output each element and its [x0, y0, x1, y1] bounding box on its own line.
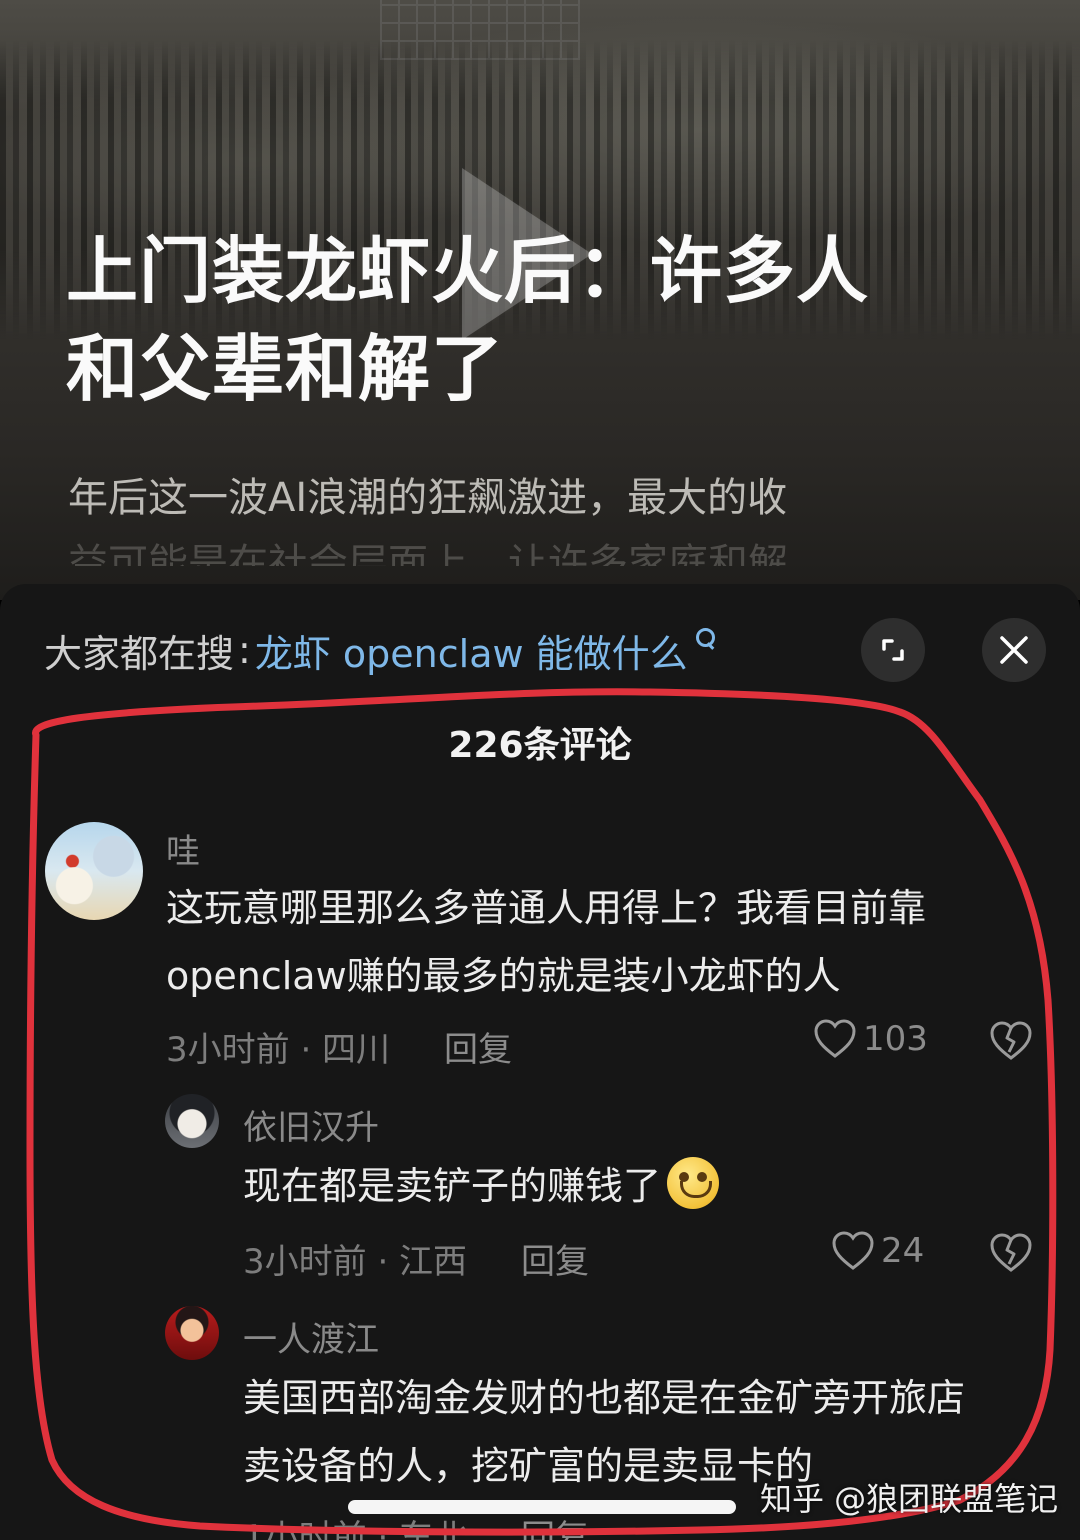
- expand-icon: [882, 639, 904, 661]
- trending-search-bar[interactable]: 大家都在搜 : 龙虾 openclaw 能做什么: [44, 620, 720, 680]
- close-icon: [1000, 636, 1028, 664]
- trending-search-link[interactable]: 龙虾 openclaw 能做什么: [255, 623, 688, 678]
- heart-icon: [814, 1019, 856, 1058]
- comment-count-title: 226条评论: [448, 725, 632, 766]
- avatar[interactable]: [45, 822, 143, 920]
- like-count: 103: [863, 1019, 928, 1059]
- article-summary-cut: 益可能是在社会层面上，让许多家庭和解: [68, 541, 788, 566]
- avatar[interactable]: [165, 1094, 219, 1148]
- broken-heart-icon[interactable]: [989, 1020, 1033, 1062]
- trending-search-colon: :: [238, 628, 251, 672]
- heart-icon: [832, 1231, 874, 1270]
- like-button[interactable]: 103: [813, 1018, 928, 1060]
- expand-button[interactable]: [861, 618, 925, 682]
- reply-button[interactable]: 回复: [444, 1022, 512, 1071]
- like-button[interactable]: 24: [831, 1230, 924, 1272]
- reply-button[interactable]: 回复: [521, 1234, 589, 1283]
- trending-search-label: 大家都在搜: [44, 631, 235, 676]
- home-indicator[interactable]: [348, 1500, 736, 1514]
- comment-username[interactable]: 哇: [166, 824, 200, 873]
- smile-emoji-icon: [667, 1157, 720, 1209]
- article-summary: 年后这一波AI浪潮的狂飙激进，最大的收: [68, 475, 788, 521]
- comment-username[interactable]: 依旧汉升: [243, 1100, 379, 1149]
- search-icon[interactable]: [694, 626, 720, 652]
- comment-username[interactable]: 一人渡江: [243, 1312, 379, 1361]
- comment-meta: 3小时前 · 四川: [166, 1030, 391, 1070]
- like-count: 24: [881, 1231, 925, 1271]
- close-button[interactable]: [982, 618, 1046, 682]
- watermark: 知乎 @狼团联盟笔记: [760, 1480, 1059, 1518]
- article-title: 上门装龙虾火后：许多人 和父辈和解了: [66, 229, 870, 411]
- broken-heart-icon[interactable]: [989, 1232, 1033, 1274]
- comment-text: 现在都是卖铲子的赚钱了: [243, 1152, 1043, 1220]
- comment-sheet: 大家都在搜 : 龙虾 openclaw 能做什么 226条评论 哇 这玩意哪里那…: [0, 584, 1080, 1540]
- reply-button[interactable]: 回复: [521, 1510, 589, 1540]
- avatar[interactable]: [165, 1306, 219, 1360]
- comment-text: 这玩意哪里那么多普通人用得上？我看目前靠 openclaw赚的最多的就是装小龙虾…: [166, 886, 927, 998]
- comment-meta: 3小时前 · 江西: [243, 1242, 468, 1282]
- comment-meta: 1小时前 · 东北: [243, 1518, 468, 1540]
- video-cover[interactable]: 上门装龙虾火后：许多人 和父辈和解了 年后这一波AI浪潮的狂飙激进，最大的收 益…: [0, 0, 1080, 600]
